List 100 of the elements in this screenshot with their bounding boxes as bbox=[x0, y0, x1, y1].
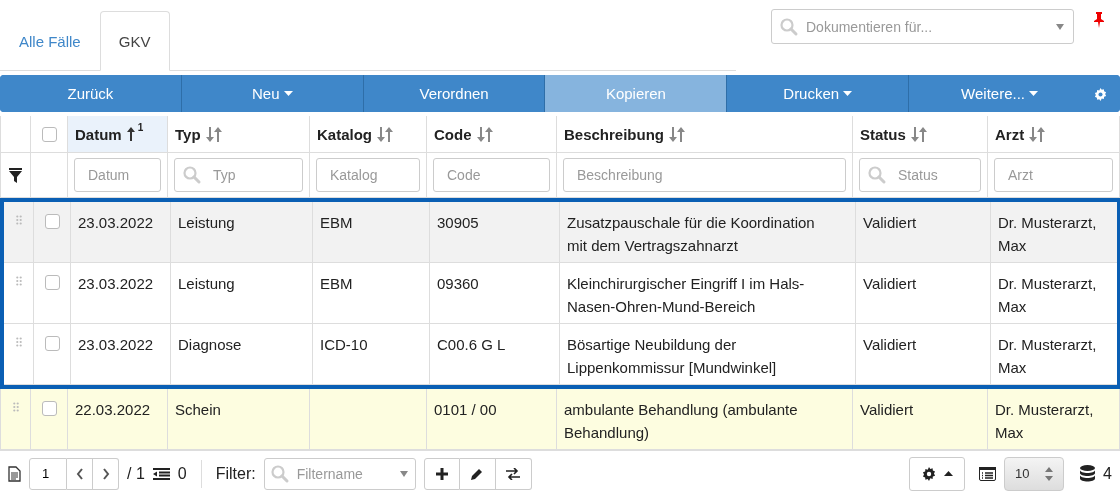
table-cell-text: ICD-10 bbox=[320, 335, 368, 356]
document-icon bbox=[8, 465, 21, 482]
table-rows-icon bbox=[979, 466, 997, 481]
search-icon bbox=[779, 17, 799, 37]
table-cell-text: Bösartige Neubildung der Lippenkommissur [Mundwinkel] bbox=[567, 335, 778, 379]
row-checkbox[interactable] bbox=[44, 336, 60, 352]
add-button[interactable] bbox=[423, 457, 460, 490]
pin-icon[interactable] bbox=[1093, 12, 1105, 28]
table-row[interactable]: 23.03.2022 Leistung EBM 30905 Zusatzpauschale für die Koordination mit dem Vertragszahnarzt Validiert Dr. Musterarzt, Max bbox=[4, 202, 1117, 264]
next-page-button[interactable] bbox=[93, 457, 119, 490]
table-cell-text: Leistung bbox=[178, 274, 235, 295]
table-cell-text: Dr. Musterarzt, Max bbox=[998, 335, 1098, 379]
settings-menu-button[interactable] bbox=[909, 456, 966, 491]
chevron-left-icon bbox=[75, 467, 84, 480]
column-header[interactable]: Arzt bbox=[995, 125, 1025, 143]
caret-icon bbox=[399, 470, 408, 477]
table-cell-text: EBM bbox=[320, 213, 353, 234]
search-icon bbox=[182, 165, 202, 186]
table-row[interactable]: 23.03.2022 Diagnose ICD-10 C00.6 G L Bösartige Neubildung der Lippenkommissur [Mundwinkel] Validiert Dr. Musterarzt, Max bbox=[4, 324, 1117, 386]
table-cell-text: 23.03.2022 bbox=[78, 335, 154, 356]
indent-count: 0 bbox=[177, 464, 187, 483]
column-header[interactable]: Typ bbox=[175, 125, 201, 143]
swap-button[interactable] bbox=[495, 457, 532, 490]
filter-field[interactable]: Beschreibung bbox=[563, 158, 846, 193]
table-row[interactable]: 23.03.2022 Leistung EBM 09360 Kleinchirurgischer Eingriff I im Hals-Nasen-Ohren-Mund-Bereich Validiert Dr. Musterarzt, Max bbox=[4, 263, 1117, 325]
table-cell-text: Dr. Musterarzt, Max bbox=[998, 274, 1098, 318]
drag-handle-icon[interactable] bbox=[15, 276, 22, 287]
caret-up-icon bbox=[943, 471, 953, 477]
edit-button[interactable] bbox=[459, 457, 496, 490]
filter-field[interactable]: Code bbox=[433, 158, 550, 193]
document-for-dropdown[interactable]: Dokumentieren für... bbox=[771, 9, 1074, 44]
table-cell-text: 23.03.2022 bbox=[78, 213, 154, 234]
caret-icon bbox=[283, 91, 293, 96]
database-icon bbox=[1080, 465, 1096, 483]
table-cell-text: Schein bbox=[175, 400, 221, 421]
pencil-icon bbox=[471, 467, 484, 480]
sort-icon[interactable] bbox=[476, 126, 493, 142]
table-cell-text: Kleinchirurgischer Eingriff I im Hals-Nasen-Ohren-Mund-Bereich bbox=[567, 274, 806, 318]
filter-dropdown[interactable]: Filtername bbox=[263, 457, 416, 490]
toolbar-button[interactable]: Zurück bbox=[0, 74, 182, 113]
tab[interactable]: GKV bbox=[99, 11, 170, 71]
table-cell-text: Dr. Musterarzt, Max bbox=[995, 400, 1095, 444]
row-checkbox[interactable] bbox=[41, 401, 57, 417]
table-cell-text: 22.03.2022 bbox=[75, 400, 151, 421]
search-icon bbox=[269, 463, 290, 484]
filter-field[interactable]: Typ bbox=[174, 158, 303, 193]
row-checkbox[interactable] bbox=[44, 214, 60, 230]
table-cell-text: Validiert bbox=[863, 213, 917, 234]
table-cell-text: Validiert bbox=[863, 274, 917, 295]
drag-handle-icon[interactable] bbox=[15, 215, 22, 226]
table-row[interactable]: 22.03.2022 Schein 0101 / 00 ambulante Behandlung (ambulante Behandlung) Validiert Dr. Musterarzt, Max bbox=[1, 389, 1119, 451]
gear-icon bbox=[921, 466, 936, 481]
table-cell-text: Validiert bbox=[863, 335, 917, 356]
sort-icon[interactable] bbox=[669, 126, 686, 142]
caret-icon bbox=[1056, 24, 1064, 30]
table-cell-text: Leistung bbox=[178, 213, 235, 234]
sort-icon[interactable] bbox=[377, 126, 393, 142]
drag-handle-icon[interactable] bbox=[12, 402, 19, 413]
previous-page-button[interactable] bbox=[67, 457, 93, 490]
caret-icon bbox=[1029, 91, 1038, 96]
column-header[interactable]: Code bbox=[434, 125, 472, 143]
table-cell-text: 30905 bbox=[437, 213, 479, 234]
table-cell-text: Validiert bbox=[860, 400, 914, 421]
select-all-checkbox[interactable] bbox=[41, 126, 57, 142]
filter-field[interactable]: Datum bbox=[74, 158, 161, 193]
column-header[interactable]: Beschreibung bbox=[564, 125, 665, 143]
page-total: / 1 bbox=[127, 464, 145, 483]
drag-handle-icon[interactable] bbox=[15, 337, 22, 348]
filter-label: Filter: bbox=[215, 464, 256, 483]
column-header[interactable]: Datum bbox=[75, 125, 122, 143]
table-cell-text: Diagnose bbox=[178, 335, 242, 356]
swap-arrows-icon bbox=[506, 467, 521, 480]
tab[interactable]: Alle Fälle bbox=[0, 11, 100, 71]
list-icon bbox=[152, 467, 170, 480]
chevron-right-icon bbox=[101, 467, 110, 480]
table-cell-text: EBM bbox=[320, 274, 353, 295]
page-size-spinner[interactable]: 10 bbox=[1004, 456, 1065, 491]
plus-icon bbox=[435, 467, 448, 480]
table-cell-text: ambulante Behandlung (ambulante Behandlung) bbox=[564, 400, 799, 444]
column-header[interactable]: Katalog bbox=[317, 125, 372, 143]
filter-icon[interactable] bbox=[9, 167, 22, 183]
table-cell-text: 23.03.2022 bbox=[78, 274, 154, 295]
sort-icon[interactable] bbox=[1029, 126, 1046, 142]
table-cell-text: C00.6 G L bbox=[437, 335, 506, 356]
table-cell-text: 0101 / 00 bbox=[434, 400, 497, 421]
record-count: 4 bbox=[1103, 464, 1112, 483]
row-checkbox[interactable] bbox=[44, 275, 60, 291]
column-header[interactable]: Status bbox=[860, 125, 906, 143]
settings-icon[interactable] bbox=[1094, 87, 1107, 101]
table-cell-text: Zusatzpauschale für die Koordination mit dem Vertragszahnarzt bbox=[567, 213, 816, 257]
sort-icon[interactable] bbox=[205, 126, 222, 142]
sort-index: 1 bbox=[137, 122, 144, 134]
filter-field[interactable]: Katalog bbox=[316, 158, 420, 193]
sort-icon[interactable] bbox=[910, 126, 927, 142]
filter-field[interactable]: Arzt bbox=[994, 158, 1113, 193]
filter-field[interactable]: Status bbox=[859, 158, 981, 193]
page-field[interactable]: 1 bbox=[29, 457, 67, 490]
caret-icon bbox=[843, 91, 853, 96]
table-cell-text: 09360 bbox=[437, 274, 479, 295]
sort-ascending-icon[interactable] bbox=[126, 127, 135, 142]
